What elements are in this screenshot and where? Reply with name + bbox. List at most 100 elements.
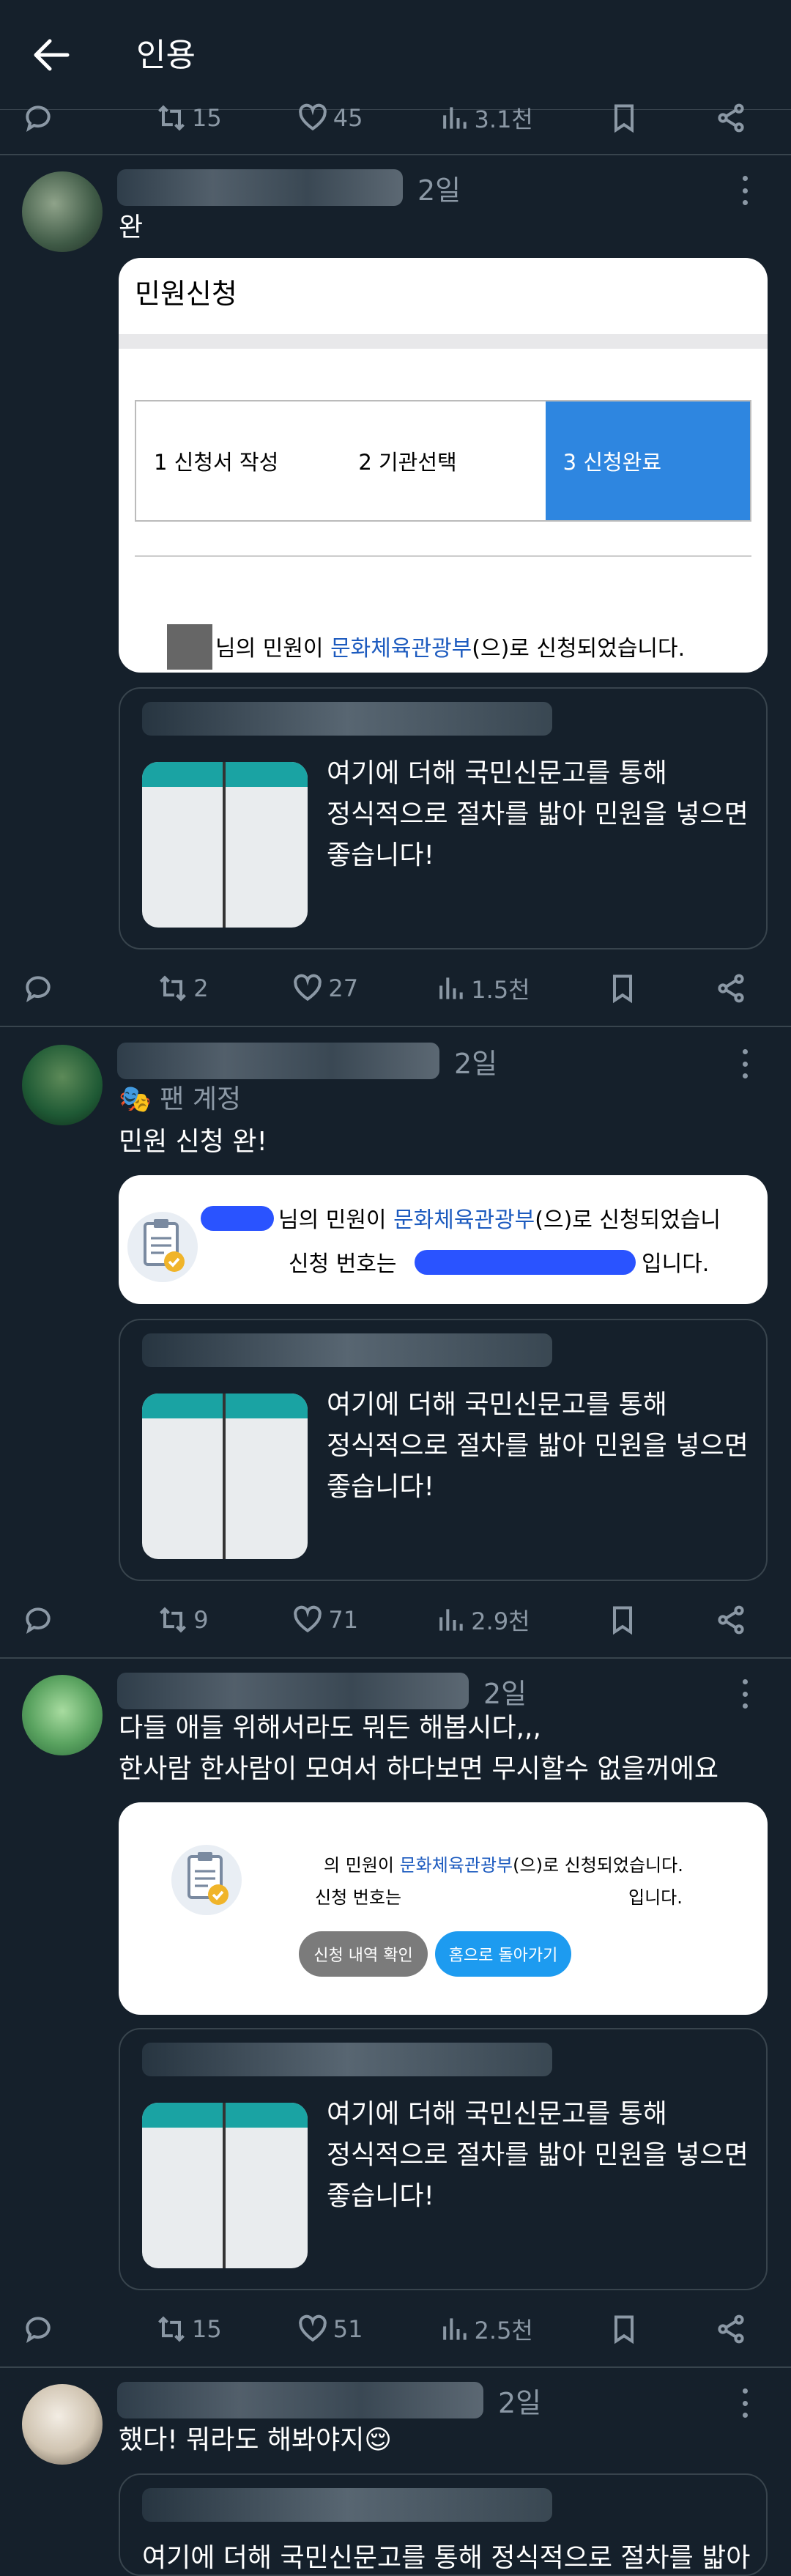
- quoted-author-blurred: [142, 1333, 552, 1367]
- views-icon: [442, 2318, 467, 2340]
- quoted-text: 여기에 더해 국민신문고를 통해 정식적으로 절차를 밟아 민원을 넣으면 좋습니다…: [327, 1390, 749, 1502]
- share-icon: [718, 2314, 744, 2344]
- retweet-count: 15: [192, 104, 222, 132]
- bookmark-button[interactable]: [606, 1604, 639, 1636]
- clipboard-check-icon: [171, 1845, 242, 1915]
- quoted-image[interactable]: [142, 1394, 308, 1559]
- tweet-text: 완: [119, 212, 144, 243]
- like-button[interactable]: 51: [297, 2313, 363, 2345]
- reply-button[interactable]: [22, 2313, 81, 2345]
- user-name-blurred[interactable]: [117, 1673, 469, 1709]
- attached-image[interactable]: 님의 민원이 문화체육관광부(으)로 신청되었습니 신청 번호는 입니다.: [119, 1175, 768, 1304]
- home-button[interactable]: 홈으로 돌아가기: [435, 1931, 571, 1977]
- retweet-button[interactable]: 9: [157, 1604, 215, 1636]
- heart-icon: [294, 1605, 322, 1633]
- more-options-button[interactable]: [727, 1679, 763, 1709]
- share-button[interactable]: [715, 1604, 747, 1636]
- user-name-blurred[interactable]: [117, 169, 403, 206]
- heart-icon: [298, 103, 327, 131]
- quoted-text: 여기에 더해 국민신문고를 통해 정식적으로 절차를 밟아 민원을 넣으면 좋습니다…: [327, 2099, 749, 2211]
- retweet-icon: [160, 1607, 187, 1633]
- share-button[interactable]: [715, 102, 747, 134]
- reply-button[interactable]: [22, 1604, 81, 1636]
- bookmark-icon: [612, 1606, 632, 1635]
- divider: [0, 1026, 791, 1027]
- bookmark-icon: [614, 104, 634, 133]
- views-button[interactable]: 2.5천: [438, 2312, 533, 2346]
- quoted-tweet[interactable]: 여기에 더해 국민신문고를 통해 정식적으로 절차를 밟아 민원을 넣으면 좋습니다…: [119, 1319, 768, 1581]
- avatar[interactable]: [22, 1675, 103, 1755]
- avatar[interactable]: [22, 1045, 103, 1125]
- page-title: 인용: [136, 37, 196, 74]
- reply-icon: [26, 1607, 51, 1635]
- share-icon: [718, 103, 744, 133]
- reply-button[interactable]: [22, 102, 81, 134]
- quoted-tweet[interactable]: 여기에 더해 국민신문고를 통해 정식적으로 절차를 밟아 민원을 넣으면 좋습니다…: [119, 687, 768, 950]
- clipboard-check-icon: [127, 1212, 198, 1282]
- history-button[interactable]: 신청 내역 확인: [299, 1931, 428, 1977]
- quoted-tweet[interactable]: 여기에 더해 국민신문고를 통해 정식적으로 절차를 밟아: [119, 2473, 768, 2576]
- like-button[interactable]: 45: [297, 102, 363, 134]
- more-icon: [742, 1049, 748, 1054]
- card-title: 민원신청: [135, 278, 237, 310]
- more-options-button[interactable]: [727, 176, 763, 205]
- reply-icon: [26, 2317, 51, 2344]
- avatar[interactable]: [22, 2384, 103, 2465]
- mask-icon: 🎭: [119, 1084, 152, 1114]
- share-button[interactable]: [715, 2313, 747, 2345]
- redacted-name: [201, 1206, 274, 1231]
- more-options-button[interactable]: [727, 2388, 763, 2418]
- action-bar: 9 71 2.9천: [26, 1594, 747, 1646]
- views-button[interactable]: 3.1천: [438, 101, 533, 135]
- user-name-blurred[interactable]: [117, 2382, 483, 2418]
- quoted-tweet[interactable]: 여기에 더해 국민신문고를 통해 정식적으로 절차를 밟아 민원을 넣으면 좋습니다…: [119, 2028, 768, 2290]
- reply-icon: [26, 976, 51, 1003]
- quoted-image[interactable]: [142, 2103, 308, 2268]
- action-bar: 15 51 2.5천: [26, 2303, 747, 2355]
- bookmark-button[interactable]: [606, 972, 639, 1004]
- avatar[interactable]: [22, 171, 103, 252]
- tweet-header: 2일: [117, 166, 461, 210]
- bookmark-button[interactable]: [608, 2313, 640, 2345]
- tweet-time[interactable]: 2일: [417, 168, 461, 208]
- action-bar: 2 27 1.5천: [26, 963, 747, 1014]
- progress-steps: 1 신청서 작성 2 기관선택 3 신청완료: [135, 400, 751, 522]
- attached-image[interactable]: 의 민원이 문화체육관광부(으)로 신청되었습니다. 신청 번호는 입니다. 신…: [119, 1802, 768, 2015]
- retweet-button[interactable]: 15: [155, 102, 222, 134]
- step-3: 3 신청완료: [545, 401, 750, 520]
- like-button[interactable]: 71: [291, 1604, 358, 1636]
- heart-icon: [294, 974, 322, 1002]
- retweet-icon: [158, 105, 185, 131]
- card-message: 의 민원이 문화체육관광부(으)로 신청되었습니다.: [324, 1855, 683, 1876]
- step-2: 2 기관선택: [358, 450, 457, 475]
- quoted-text: 여기에 더해 국민신문고를 통해 정식적으로 절차를 밟아: [142, 2543, 751, 2573]
- tweet-time[interactable]: 2일: [498, 2380, 541, 2421]
- back-arrow-icon[interactable]: [29, 35, 73, 75]
- quoted-author-blurred: [142, 2488, 552, 2522]
- like-count: 45: [333, 104, 363, 132]
- reply-button[interactable]: [22, 972, 81, 1004]
- views-button[interactable]: 2.9천: [434, 1603, 530, 1637]
- tweet-time[interactable]: 2일: [454, 1041, 497, 1081]
- quoted-image[interactable]: [142, 762, 308, 928]
- like-button[interactable]: 27: [291, 972, 358, 1004]
- tweet-header: 2일: [117, 1039, 497, 1083]
- retweet-icon: [160, 975, 187, 1002]
- more-options-button[interactable]: [727, 1049, 763, 1078]
- retweet-icon: [158, 2316, 185, 2342]
- user-name-blurred[interactable]: [117, 1043, 439, 1079]
- tweet-time[interactable]: 2일: [483, 1671, 527, 1711]
- bookmark-button[interactable]: [608, 102, 640, 134]
- card-number-label: 신청 번호는: [289, 1251, 397, 1277]
- views-button[interactable]: 1.5천: [434, 971, 530, 1005]
- attached-image[interactable]: 민원신청 1 신청서 작성 2 기관선택 3 신청완료 님의 민원이 문화체육관…: [119, 258, 768, 673]
- view-count: 3.1천: [474, 106, 533, 133]
- retweet-button[interactable]: 15: [155, 2313, 222, 2345]
- divider: [0, 1657, 791, 1659]
- card-message: 님의 민원이 문화체육관광부(으)로 신청되었습니: [278, 1207, 721, 1233]
- divider: [0, 2366, 791, 2368]
- retweet-button[interactable]: 2: [157, 972, 215, 1004]
- more-icon: [742, 176, 748, 181]
- redacted-number: [415, 1250, 636, 1275]
- share-button[interactable]: [715, 972, 747, 1004]
